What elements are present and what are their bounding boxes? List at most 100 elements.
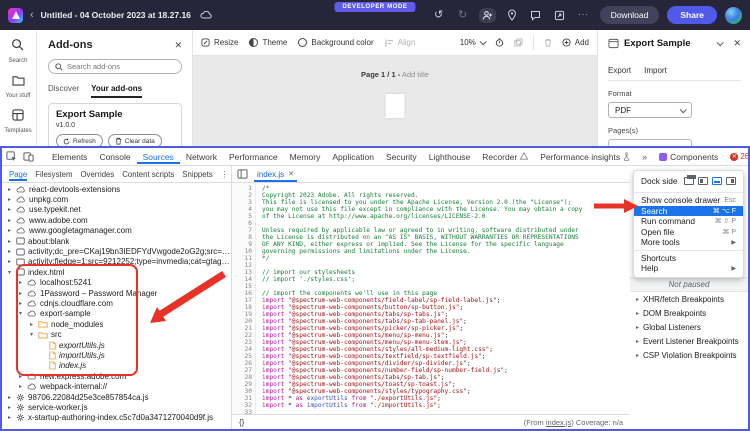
tree-item[interactable]: ▸react-devtools-extensions xyxy=(2,184,231,194)
menu-item-search[interactable]: Search⌘ ⌥ F xyxy=(634,206,743,217)
addons-tab-discover[interactable]: Discover xyxy=(48,84,79,98)
tree-item[interactable]: ▸use.typekit.net xyxy=(2,205,231,215)
tab-network[interactable]: Network xyxy=(180,149,223,164)
menu-item-shortcuts[interactable]: Shortcuts xyxy=(634,253,743,264)
tab-lighthouse[interactable]: Lighthouse xyxy=(423,149,477,164)
addons-tab-your-add-ons[interactable]: Your add-ons xyxy=(91,84,142,98)
duplicate-button[interactable] xyxy=(514,38,523,47)
section-event-listener-breakpoints[interactable]: ▸Event Listener Breakpoints xyxy=(630,334,748,348)
chevron-down-icon[interactable] xyxy=(717,39,724,46)
tab-performance[interactable]: Performance xyxy=(223,149,284,164)
download-button[interactable]: Download xyxy=(600,6,660,24)
tree-item[interactable]: ▸activity;fledge=1;src=9212252;type=invm… xyxy=(2,257,231,267)
tree-item[interactable]: ▸service-worker.js xyxy=(2,402,231,412)
tree-item[interactable]: ▸node_modules xyxy=(2,319,231,329)
section-global-listeners[interactable]: ▸Global Listeners xyxy=(630,320,748,334)
menu-item-help[interactable]: Help▶ xyxy=(634,263,743,274)
dock-bottom-icon[interactable] xyxy=(712,177,722,185)
tree-item[interactable]: ▸webpack-internal:// xyxy=(2,381,231,391)
adobe-express-logo-icon[interactable] xyxy=(8,8,23,23)
tree-item[interactable]: ▾index.html xyxy=(2,267,231,277)
addons-close-icon[interactable]: ✕ xyxy=(174,40,182,51)
navigator-tab-content-scripts[interactable]: Content scripts xyxy=(122,168,174,181)
navigator-toggle-icon[interactable] xyxy=(237,169,248,179)
tab-recorder[interactable]: Recorder xyxy=(476,149,534,164)
navigator-tab-snippets[interactable]: Snippets xyxy=(182,168,212,181)
zoom-level-control[interactable]: 10% xyxy=(460,38,485,47)
rail-item-search[interactable]: Search xyxy=(8,38,27,64)
error-count-badge[interactable]: ✕269 xyxy=(730,152,748,161)
menu-item-open-file[interactable]: Open file⌘ P xyxy=(634,227,743,238)
more-tabs-icon[interactable]: » xyxy=(642,152,647,162)
tree-item[interactable]: ▾src xyxy=(2,329,231,339)
more-options-icon[interactable]: ··· xyxy=(576,7,592,23)
timer-button[interactable] xyxy=(495,38,504,47)
tree-item[interactable]: ▸www.googletagmanager.com xyxy=(2,226,231,236)
tree-item[interactable]: importUtils.js xyxy=(2,350,231,360)
tree-item[interactable]: ▸www.adobe.com xyxy=(2,215,231,225)
delete-button[interactable] xyxy=(544,38,552,47)
tab-elements[interactable]: Elements xyxy=(46,149,93,164)
refresh-button[interactable]: Refresh xyxy=(56,134,103,146)
tab-performance-insights[interactable]: Performance insights xyxy=(534,149,636,165)
align-button[interactable]: Align xyxy=(385,38,416,47)
editor-tab-indexjs[interactable]: index.js ✕ xyxy=(254,166,297,182)
pin-location-icon[interactable] xyxy=(504,7,520,23)
undock-icon[interactable] xyxy=(684,177,694,185)
section-csp-violation-breakpoints[interactable]: ▸CSP Violation Breakpoints xyxy=(630,348,748,362)
tree-item[interactable]: ▸activity;dc_pre=CKaj19bn3IEDFYdVwgode2o… xyxy=(2,246,231,256)
tree-item[interactable]: ▸x-startup-authoring-index.c5c7d0a347127… xyxy=(2,413,231,423)
section-xhr-fetch-breakpoints[interactable]: ▸XHR/fetch Breakpoints xyxy=(630,292,748,306)
navigator-more-icon[interactable]: ⋮ xyxy=(221,170,229,179)
dock-right-icon[interactable] xyxy=(726,177,736,185)
rail-item-your-stuff[interactable]: Your stuff xyxy=(5,73,30,99)
code-view[interactable]: 1234567891011121314151617181920212223242… xyxy=(232,183,630,414)
tab-application[interactable]: Application xyxy=(326,149,380,164)
back-chevron-icon[interactable]: ‹ xyxy=(30,10,34,21)
comment-icon[interactable] xyxy=(528,7,544,23)
close-tab-icon[interactable]: ✕ xyxy=(288,170,294,178)
clear-data-button[interactable]: Clear data xyxy=(108,134,162,146)
menu-item-show-console-drawer[interactable]: Show console drawerEsc xyxy=(634,195,743,206)
add-page-button[interactable]: Add xyxy=(562,38,589,47)
panel-tab-export[interactable]: Export xyxy=(608,66,631,75)
canvas-area[interactable]: Page 1 / 1 - Add title xyxy=(193,56,597,146)
format-select[interactable]: PDF xyxy=(608,102,692,118)
document-title[interactable]: Untitled - 04 October 2023 at 18.27.16 xyxy=(41,10,191,20)
present-share-icon[interactable] xyxy=(552,7,568,23)
menu-item-run-command[interactable]: Run command⌘ ⇧ P xyxy=(634,216,743,227)
tree-item[interactable]: exportUtils.js xyxy=(2,340,231,350)
navigator-tab-filesystem[interactable]: Filesystem xyxy=(35,168,72,181)
rail-item-templates[interactable]: Templates xyxy=(4,108,31,134)
tab-console[interactable]: Console xyxy=(93,149,136,164)
tree-item[interactable]: index.js xyxy=(2,361,231,371)
background-color-button[interactable]: Background color xyxy=(298,38,373,47)
menu-item-more-tools[interactable]: More tools▶ xyxy=(634,237,743,248)
user-avatar[interactable] xyxy=(725,7,742,24)
undo-icon[interactable]: ↺ xyxy=(431,7,447,23)
redo-icon[interactable]: ↻ xyxy=(455,7,471,23)
tree-item[interactable]: ▾export-sample xyxy=(2,309,231,319)
invite-people-icon[interactable] xyxy=(479,8,496,23)
tree-item[interactable]: ▸localhost:5241 xyxy=(2,278,231,288)
resize-button[interactable]: Resize xyxy=(201,38,238,47)
addons-search-input[interactable]: Search add-ons xyxy=(48,59,182,74)
pages-input[interactable] xyxy=(608,139,692,146)
tree-item[interactable]: ▸unpkg.com xyxy=(2,194,231,204)
tree-item[interactable]: ▸cdnjs.cloudflare.com xyxy=(2,298,231,308)
dock-left-icon[interactable] xyxy=(698,177,708,185)
document-page[interactable] xyxy=(386,94,405,118)
pretty-print-icon[interactable]: {} xyxy=(239,418,244,427)
tab-sources[interactable]: Sources xyxy=(137,149,180,164)
add-title-hint[interactable]: Add title xyxy=(402,70,429,79)
device-toolbar-icon[interactable] xyxy=(23,151,34,162)
section-dom-breakpoints[interactable]: ▸DOM Breakpoints xyxy=(630,306,748,320)
tree-item[interactable]: ▸1Password – Password Manager xyxy=(2,288,231,298)
panel-close-icon[interactable]: ✕ xyxy=(733,38,741,49)
theme-button[interactable]: Theme xyxy=(249,38,287,47)
tree-item[interactable]: ▸about:blank xyxy=(2,236,231,246)
navigator-tab-overrides[interactable]: Overrides xyxy=(80,168,114,181)
tab-security[interactable]: Security xyxy=(380,149,423,164)
tab-components[interactable]: Components xyxy=(653,149,724,164)
tree-item[interactable]: ▸98706.22084d25e3ce857854ca.js xyxy=(2,392,231,402)
